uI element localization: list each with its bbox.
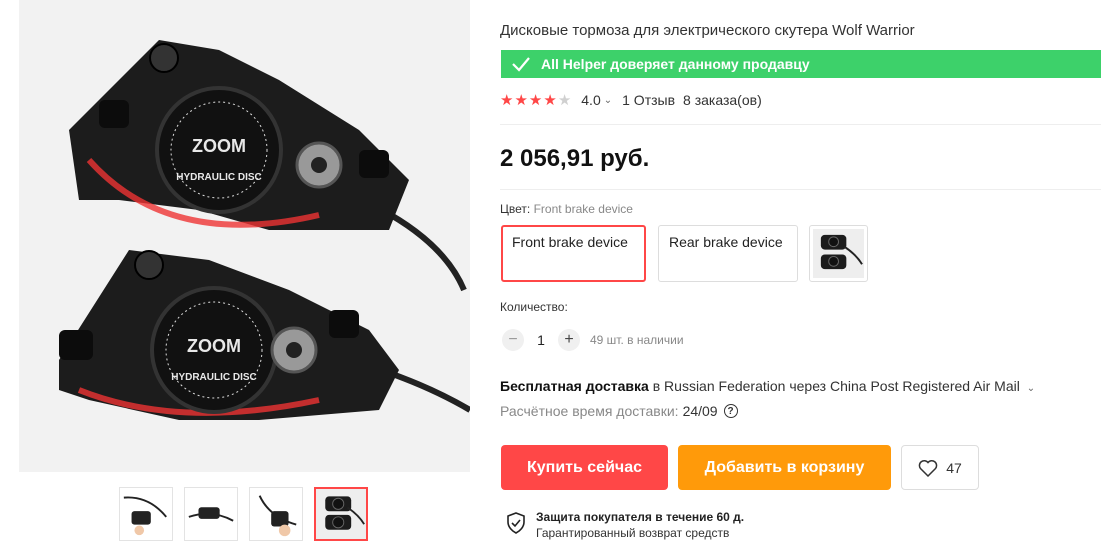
thumbnail-3[interactable] [249,487,303,541]
buyer-protection: Защита покупателя в течение 60 д. Гарант… [506,510,744,540]
star-empty-icon: ★ [557,91,572,109]
main-product-photo[interactable]: ZOOM HYDRAULIC DISC ZOOM HYDRAULIC DISC [19,0,470,472]
sku-option-image[interactable] [809,225,868,282]
help-icon[interactable]: ? [723,404,738,418]
price: 2 056,91 руб. [500,145,650,172]
eta-value: 24/09 [682,403,718,419]
quantity-stepper: − 1 + 49 шт. в наличии [502,329,684,351]
sku-option-rear-brake[interactable]: Rear brake device [658,225,798,282]
chevron-down-icon[interactable]: ⌄ [604,95,612,106]
protection-title: Защита покупателя в течение 60 д. [536,510,745,524]
eta-label: Расчётное время доставки: [500,403,679,419]
delivery-eta: Расчётное время доставки: 24/09 ? [500,403,738,419]
wishlist-button[interactable]: 47 [901,445,979,490]
delivery-info[interactable]: Бесплатная доставка в Russian Federation… [500,378,1035,394]
rating-row: ★ ★ ★ ★ ★ 4.0 ⌄ 1 Отзыв 8 заказа(ов) [500,92,762,108]
quantity-value[interactable]: 1 [524,332,558,348]
wishlist-count: 47 [946,459,962,476]
shield-check-icon [507,512,525,534]
trust-text: All Helper доверяет данному продавцу [541,56,810,72]
reviews-link[interactable]: 1 Отзыв [622,92,675,108]
quantity-plus-button[interactable]: + [558,329,580,351]
color-label: Цвет: Front brake device [500,202,633,216]
selected-color-value: Front brake device [533,202,633,216]
heart-icon [918,459,938,477]
buy-now-button[interactable]: Купить сейчас [501,445,668,490]
free-shipping-label: Бесплатная доставка [500,378,649,394]
thumbnail-4-active[interactable] [314,487,368,541]
star-icon: ★ [528,91,543,109]
star-icon: ★ [500,91,514,109]
product-title: Дисковые тормоза для электрического скут… [500,22,915,39]
divider [500,124,1101,125]
delivery-details: в Russian Federation через China Post Re… [652,378,1020,394]
quantity-minus-button[interactable]: − [502,329,524,351]
thumbnail-2[interactable] [184,487,238,541]
svg-text:ZOOM: ZOOM [187,336,241,356]
trust-banner: All Helper доверяет данному продавцу [501,50,1101,78]
star-icon: ★ [514,91,528,109]
chevron-down-icon[interactable]: ⌄ [1027,383,1035,394]
protection-subtitle: Гарантированный возврат средств [536,526,730,540]
rating-stars: ★ ★ ★ ★ ★ [500,93,571,108]
thumbnail-strip [119,487,368,541]
rating-value[interactable]: 4.0 [581,92,600,108]
star-icon: ★ [543,91,557,109]
svg-text:HYDRAULIC DISC: HYDRAULIC DISC [171,372,257,383]
thumbnail-1[interactable] [119,487,173,541]
quantity-label: Количество: [500,300,568,314]
svg-text:HYDRAULIC DISC: HYDRAULIC DISC [176,172,262,183]
checkmark-icon [512,57,530,72]
add-to-cart-button[interactable]: Добавить в корзину [678,445,891,490]
sku-option-front-brake[interactable]: Front brake device [501,225,646,282]
divider [500,189,1101,190]
stock-count: 49 шт. в наличии [590,333,684,347]
main-photo-logo-text: ZOOM [192,136,246,156]
orders-count: 8 заказа(ов) [683,92,762,108]
